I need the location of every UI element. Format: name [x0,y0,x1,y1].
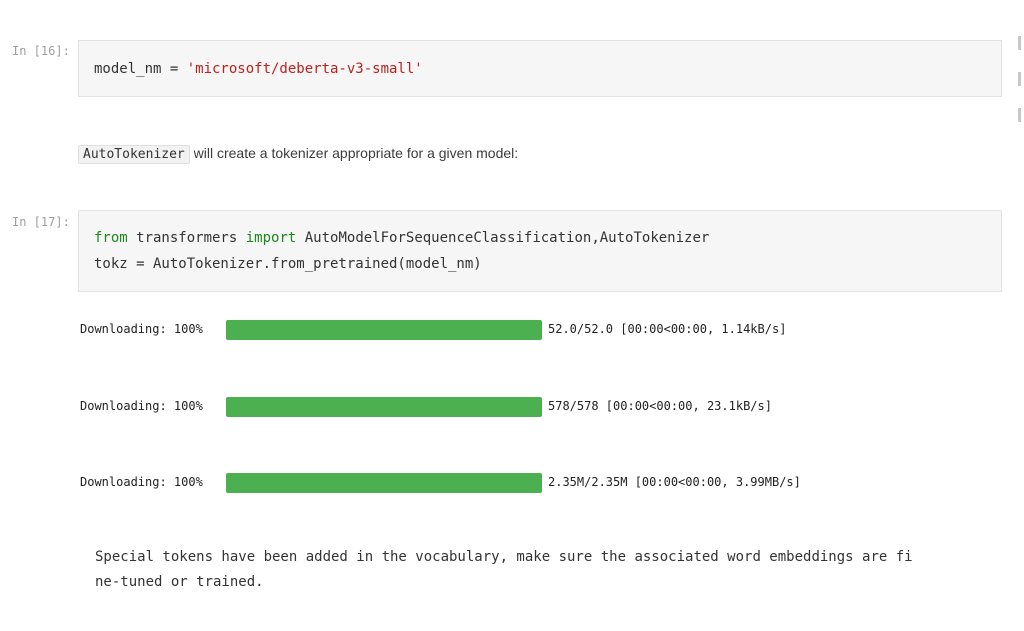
stderr-line: Special tokens have been added in the vo… [95,549,913,565]
code-line: tokz = AutoTokenizer.from_pretrained(mod… [94,256,482,272]
code-keyword: from [94,230,128,246]
cell-prompt-16: In [16]: [12,44,70,58]
code-line: model_nm = 'microsoft/deberta-v3-small' [94,61,423,77]
progress-bar-fill [226,473,542,493]
progress-bar [226,397,542,417]
code-keyword: import [245,230,297,246]
markdown-sentence: will create a tokenizer appropriate for … [189,145,519,161]
download-stats: 52.0/52.0 [00:00<00:00, 1.14kB/s] [548,322,787,336]
scrollbar-marker[interactable] [1018,108,1021,122]
inline-code-autotokenizer: AutoTokenizer [78,145,190,164]
cell-prompt-17: In [17]: [12,215,70,229]
download-stats: 2.35M/2.35M [00:00<00:00, 3.99MB/s] [548,475,801,489]
stderr-line: ne-tuned or trained. [95,574,264,590]
download-label: Downloading: 100% [80,399,203,413]
progress-bar-fill [226,320,542,340]
code-token: tokz = AutoTokenizer.from_pretrained(mod… [94,256,482,272]
code-token: transformers [127,230,246,246]
progress-bar [226,320,542,340]
code-line: from transformers import AutoModelForSeq… [94,230,709,246]
code-token: model_nm = [94,61,187,77]
progress-bar-fill [226,397,542,417]
progress-bar [226,473,542,493]
code-cell-16[interactable]: model_nm = 'microsoft/deberta-v3-small' [78,40,1002,97]
code-cell-17[interactable]: from transformers import AutoModelForSeq… [78,210,1002,292]
scrollbar-marker[interactable] [1018,36,1021,50]
code-string: 'microsoft/deberta-v3-small' [186,61,423,77]
code-token: AutoModelForSequenceClassification,AutoT… [296,230,710,246]
download-label: Downloading: 100% [80,475,203,489]
download-label: Downloading: 100% [80,322,203,336]
markdown-text: AutoTokenizer will create a tokenizer ap… [78,145,518,164]
scrollbar-marker[interactable] [1018,72,1021,86]
download-stats: 578/578 [00:00<00:00, 23.1kB/s] [548,399,772,413]
stderr-output: Special tokens have been added in the vo… [95,545,975,595]
